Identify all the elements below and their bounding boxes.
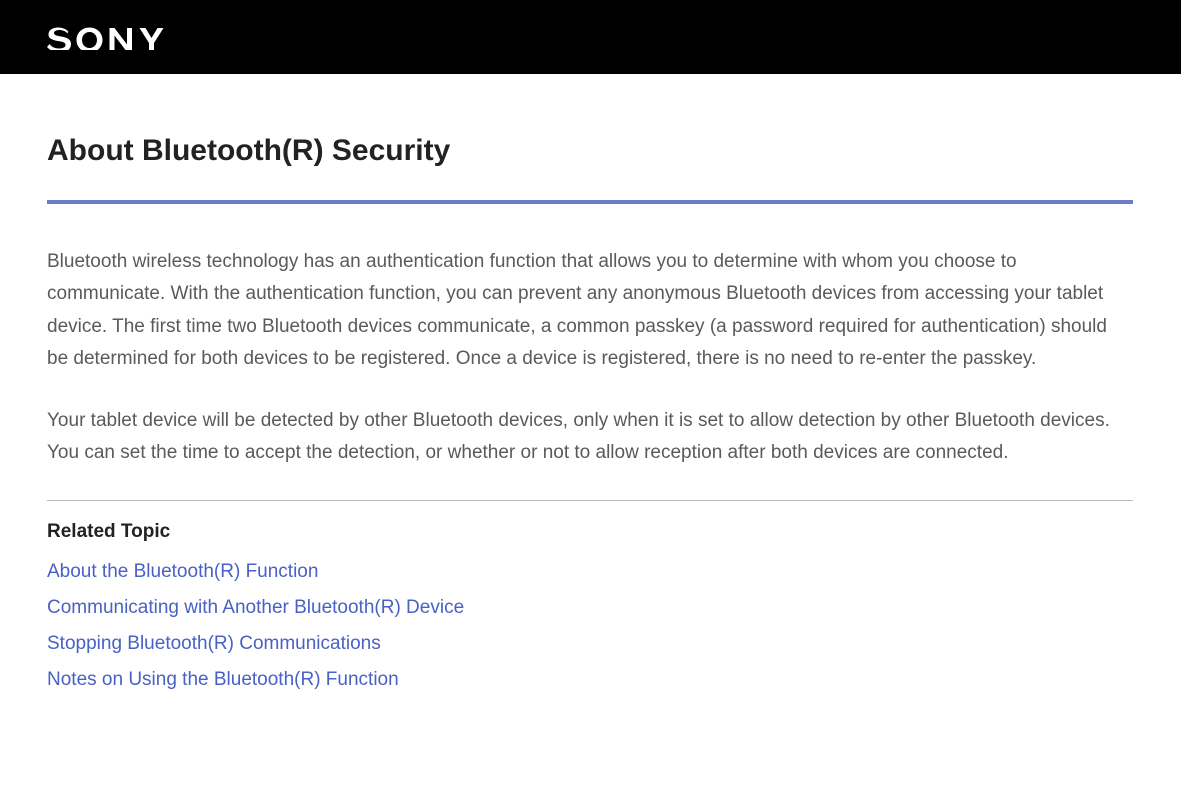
main-content: About Bluetooth(R) Security Bluetooth wi… (0, 74, 1180, 725)
related-link-notes-bluetooth[interactable]: Notes on Using the Bluetooth(R) Function (47, 669, 1133, 691)
related-link-about-bluetooth-function[interactable]: About the Bluetooth(R) Function (47, 561, 1133, 583)
section-divider (47, 500, 1133, 501)
body-paragraph-1: Bluetooth wireless technology has an aut… (47, 246, 1133, 375)
page-title: About Bluetooth(R) Security (47, 134, 1133, 168)
related-link-stopping-communications[interactable]: Stopping Bluetooth(R) Communications (47, 633, 1133, 655)
body-paragraph-2: Your tablet device will be detected by o… (47, 405, 1133, 470)
title-underline (47, 200, 1133, 204)
sony-logo[interactable] (47, 24, 187, 50)
related-topic-heading: Related Topic (47, 521, 1133, 543)
site-header (0, 0, 1181, 74)
related-link-communicating-device[interactable]: Communicating with Another Bluetooth(R) … (47, 597, 1133, 619)
